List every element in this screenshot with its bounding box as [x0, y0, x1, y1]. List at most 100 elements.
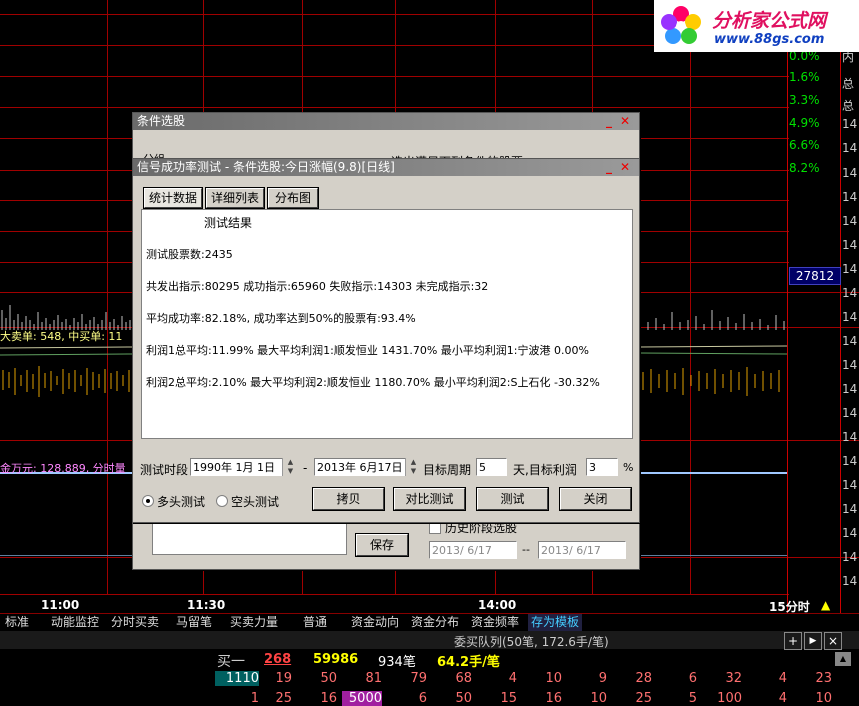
- copy-button[interactable]: 拷贝: [313, 488, 384, 510]
- queue-cell: 19: [275, 671, 292, 686]
- pct-label: 3.3%: [789, 93, 820, 107]
- right-axis-label: 总: [842, 99, 855, 113]
- right-axis-label: 14: [842, 166, 858, 180]
- right-axis-label: 14: [842, 262, 858, 276]
- percent-sign: %: [623, 461, 634, 474]
- signal-test-dialog: 信号成功率测试 - 条件选股:今日涨幅(9.8)[日线] _ ✕ 统计数据 详细…: [132, 158, 640, 523]
- close-icon[interactable]: ×: [824, 632, 842, 650]
- queue-cell: 79: [410, 671, 427, 686]
- left-text-2: 金万元: 128.889, 分时量: [0, 462, 126, 475]
- condition-dialog-titlebar[interactable]: 条件选股: [133, 113, 639, 130]
- period-label: 测试时段: [140, 463, 189, 477]
- queue-cell: 25: [635, 691, 652, 706]
- close-button[interactable]: 关闭: [560, 488, 631, 510]
- tab-distribution[interactable]: 分布图: [268, 188, 318, 208]
- queue-cell: 50: [455, 691, 472, 706]
- left-text-1: 大卖单: 548, 中买单: 11: [0, 330, 123, 343]
- right-axis-label: 14: [842, 406, 858, 420]
- bottom-tab-bar: 标准 动能监控 分时买卖 马留笔 买卖力量 普通 资金动向 资金分布 资金频率 …: [0, 613, 859, 631]
- radio-long-label: 多头测试: [157, 495, 206, 509]
- date-dash: --: [522, 543, 530, 556]
- close-icon[interactable]: ✕: [619, 161, 631, 173]
- test-button[interactable]: 测试: [477, 488, 548, 510]
- plus-icon[interactable]: +: [784, 632, 802, 650]
- brand-name: 分析家公式网: [712, 10, 827, 32]
- tab-save-template[interactable]: 存为模板: [528, 614, 583, 631]
- queue-cell: 50: [320, 671, 337, 686]
- radio-short[interactable]: [216, 495, 228, 507]
- tab-power[interactable]: 买卖力量: [227, 614, 281, 631]
- tab-statistics[interactable]: 统计数据: [144, 188, 202, 208]
- tab-fund-freq[interactable]: 资金频率: [468, 614, 522, 631]
- minimize-icon[interactable]: _: [603, 115, 615, 127]
- right-axis-label: 14: [842, 286, 858, 300]
- tab-normal[interactable]: 普通: [300, 614, 330, 631]
- queue-cell: 16: [545, 691, 562, 706]
- tab-standard[interactable]: 标准: [2, 614, 32, 631]
- right-axis-label: 14: [842, 190, 858, 204]
- target-profit-field[interactable]: 3: [586, 458, 618, 476]
- pct-label: 1.6%: [789, 70, 820, 84]
- radio-long[interactable]: [142, 495, 154, 507]
- right-axis-label: 14: [842, 550, 858, 564]
- pct-label: 8.2%: [789, 161, 820, 175]
- tab-marker[interactable]: 马留笔: [173, 614, 215, 631]
- brand-logo: 分析家公式网 www.88gs.com: [654, 0, 859, 52]
- queue-cell: 81: [365, 671, 382, 686]
- queue-cell: 15: [500, 691, 517, 706]
- history-date-from[interactable]: 2013/ 6/17: [429, 541, 517, 559]
- brand-url[interactable]: www.88gs.com: [714, 32, 824, 47]
- result-line: 利润2总平均:2.10% 最大平均利润2:顺发恒业 1180.70% 最小平均利…: [146, 376, 600, 389]
- right-axis-label: 总: [842, 77, 855, 91]
- close-icon[interactable]: ✕: [619, 115, 631, 127]
- queue-cell: 4: [778, 691, 787, 706]
- result-line: 共发出指示:80295 成功指示:65960 失败指示:14303 未完成指示:…: [146, 280, 489, 293]
- queue-cell: 28: [635, 671, 652, 686]
- time-label: 11:30: [187, 598, 226, 612]
- signal-dialog-titlebar[interactable]: 信号成功率测试 - 条件选股:今日涨幅(9.8)[日线]: [133, 159, 639, 176]
- right-axis-label: 14: [842, 310, 858, 324]
- queue-cell: 6: [688, 671, 697, 686]
- save-button[interactable]: 保存: [356, 534, 408, 556]
- triangle-up-icon[interactable]: ▲: [821, 598, 830, 612]
- time-label: 11:00: [41, 598, 80, 612]
- spin-icon[interactable]: ▲ ▼: [282, 458, 298, 476]
- right-axis-label: 14: [842, 141, 858, 155]
- compare-test-button[interactable]: 对比测试: [394, 488, 465, 510]
- target-period-label: 目标周期: [423, 463, 472, 477]
- play-icon[interactable]: ▶: [804, 632, 822, 650]
- days-label: 天,目标利润: [513, 463, 577, 477]
- tab-detail-list[interactable]: 详细列表: [206, 188, 264, 208]
- minimize-icon[interactable]: _: [603, 161, 615, 173]
- history-date-to[interactable]: 2013/ 6/17: [538, 541, 626, 559]
- right-axis-label: 14: [842, 214, 858, 228]
- queue-cell: 10: [590, 691, 607, 706]
- scrollbar-up-icon[interactable]: ▲: [835, 652, 851, 666]
- result-line: 平均成功率:82.18%, 成功率达到50%的股票有:93.4%: [146, 312, 416, 325]
- radio-short-label: 空头测试: [231, 495, 280, 509]
- tab-fund-dist[interactable]: 资金分布: [408, 614, 462, 631]
- target-period-field[interactable]: 5: [476, 458, 507, 476]
- right-axis-label: 14: [842, 334, 858, 348]
- queue-cell: 10: [815, 691, 832, 706]
- queue-cell: 32: [725, 671, 742, 686]
- pct-label: 6.6%: [789, 138, 820, 152]
- right-axis-label: 14: [842, 117, 858, 131]
- queue-cell: 100: [717, 691, 742, 706]
- flower-logo-icon: [661, 6, 701, 44]
- tab-intraday-trade[interactable]: 分时买卖: [108, 614, 162, 631]
- queue-cell: 5000: [342, 691, 382, 706]
- result-line: 利润1总平均:11.99% 最大平均利润1:顺发恒业 1431.70% 最小平均…: [146, 344, 589, 357]
- pct-label: 4.9%: [789, 116, 820, 130]
- condition-text-area[interactable]: [152, 522, 347, 555]
- history-checkbox[interactable]: [429, 522, 441, 534]
- queue-cell: 4: [508, 671, 517, 686]
- queue-cell: 9: [598, 671, 607, 686]
- tab-fund-flow[interactable]: 资金动向: [348, 614, 402, 631]
- queue-cell: 5: [688, 691, 697, 706]
- tab-momentum[interactable]: 动能监控: [48, 614, 102, 631]
- right-axis-label: 14: [842, 238, 858, 252]
- spin-icon[interactable]: ▲ ▼: [405, 458, 421, 476]
- right-axis-label: 14: [842, 454, 858, 468]
- buy1-price: 268: [264, 652, 292, 667]
